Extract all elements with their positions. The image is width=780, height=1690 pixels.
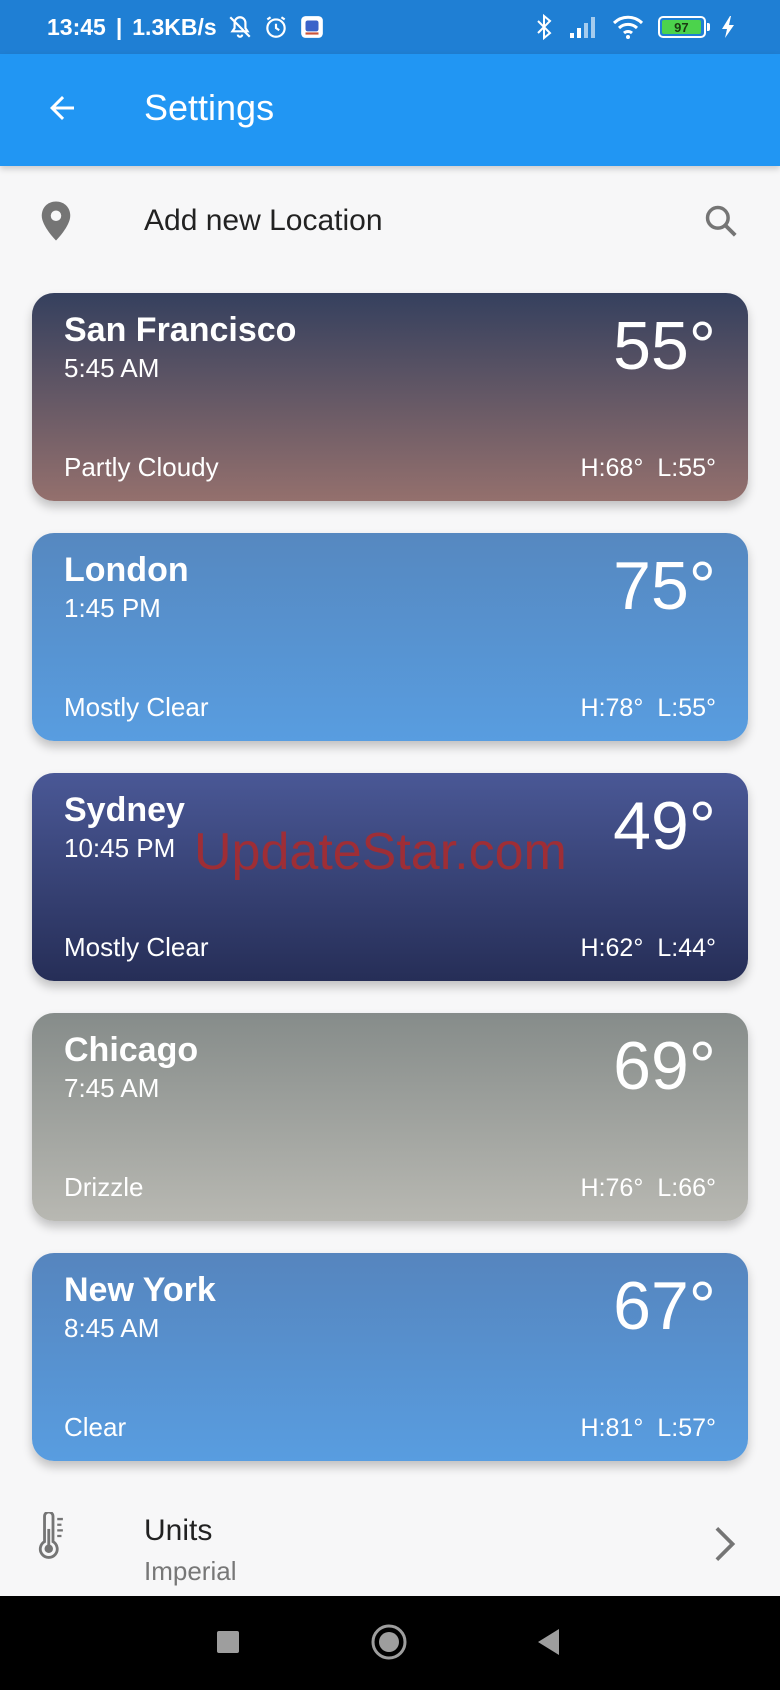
status-bar: 13:45 | 1.3KB/s 97 bbox=[0, 0, 780, 54]
location-card-london[interactable]: London 1:45 PM 75° Mostly Clear H:78° L:… bbox=[32, 533, 748, 741]
card-time: 5:45 AM bbox=[64, 353, 160, 383]
card-time: 8:45 AM bbox=[64, 1313, 160, 1343]
status-time: 13:45 bbox=[47, 13, 106, 40]
card-condition: Partly Cloudy bbox=[64, 452, 219, 482]
card-high-low: H:62° L:44° bbox=[581, 934, 716, 963]
card-time: 7:45 AM bbox=[64, 1073, 160, 1103]
card-temperature: 69° bbox=[613, 1028, 716, 1104]
battery-icon: 97 bbox=[658, 16, 710, 38]
card-high-low: H:81° L:57° bbox=[581, 1414, 716, 1443]
card-city: Chicago bbox=[64, 1031, 199, 1069]
back-icon[interactable] bbox=[535, 1627, 563, 1662]
card-high: H:78° bbox=[580, 694, 644, 722]
page-title: Settings bbox=[144, 87, 275, 128]
alarm-icon bbox=[263, 14, 289, 40]
card-low: L:66° bbox=[657, 1174, 716, 1202]
location-card-san-francisco[interactable]: San Francisco 5:45 AM 55° Partly Cloudy … bbox=[32, 293, 748, 501]
units-setting-row[interactable]: Units Imperial bbox=[0, 1490, 780, 1596]
navigation-bar bbox=[0, 1596, 780, 1690]
recents-icon[interactable] bbox=[215, 1629, 241, 1660]
card-condition: Drizzle bbox=[64, 1172, 144, 1202]
card-high-low: H:76° L:66° bbox=[581, 1174, 716, 1203]
card-city: Sydney bbox=[64, 791, 185, 829]
network-speed: 1.3KB/s bbox=[132, 13, 217, 40]
units-value: Imperial bbox=[144, 1556, 237, 1586]
card-low: L:44° bbox=[657, 934, 716, 962]
add-location-row[interactable]: Add new Location bbox=[0, 166, 780, 276]
card-low: L:55° bbox=[657, 694, 716, 722]
card-city: New York bbox=[64, 1271, 216, 1309]
location-card-chicago[interactable]: Chicago 7:45 AM 69° Drizzle H:76° L:66° bbox=[32, 1013, 748, 1221]
chevron-right-icon bbox=[708, 1524, 740, 1569]
card-temperature: 67° bbox=[613, 1268, 716, 1344]
add-location-label: Add new Location bbox=[144, 204, 383, 237]
back-button[interactable] bbox=[36, 84, 88, 136]
card-temperature: 49° bbox=[613, 788, 716, 864]
location-card-new-york[interactable]: New York 8:45 AM 67° Clear H:81° L:57° bbox=[32, 1253, 748, 1461]
card-high-low: H:78° L:55° bbox=[581, 694, 716, 723]
arrow-back-icon bbox=[44, 90, 80, 131]
card-city: London bbox=[64, 551, 189, 589]
location-pin-icon bbox=[38, 200, 74, 247]
card-time: 10:45 PM bbox=[64, 833, 176, 863]
card-condition: Clear bbox=[64, 1412, 127, 1442]
card-city: San Francisco bbox=[64, 311, 297, 349]
location-card-sydney[interactable]: Sydney 10:45 PM 49° Mostly Clear H:62° L… bbox=[32, 773, 748, 981]
card-temperature: 55° bbox=[613, 308, 716, 384]
card-low: L:55° bbox=[657, 454, 716, 482]
thermometer-icon bbox=[36, 1510, 70, 1565]
search-icon[interactable] bbox=[702, 202, 740, 245]
wifi-icon bbox=[612, 14, 644, 40]
card-high: H:81° bbox=[580, 1414, 644, 1442]
card-high-low: H:68° L:55° bbox=[581, 454, 716, 483]
app-bar: Settings bbox=[0, 54, 780, 166]
battery-level: 97 bbox=[662, 20, 701, 35]
card-condition: Mostly Clear bbox=[64, 692, 209, 722]
card-low: L:57° bbox=[657, 1414, 716, 1442]
card-high: H:76° bbox=[580, 1174, 644, 1202]
charging-icon bbox=[720, 15, 736, 39]
card-temperature: 75° bbox=[613, 548, 716, 624]
card-high: H:68° bbox=[580, 454, 644, 482]
units-label: Units bbox=[144, 1514, 213, 1547]
card-time: 1:45 PM bbox=[64, 593, 161, 623]
bluetooth-icon bbox=[534, 14, 554, 40]
card-high: H:62° bbox=[580, 934, 644, 962]
home-icon[interactable] bbox=[370, 1623, 408, 1666]
signal-icon bbox=[568, 15, 598, 39]
card-condition: Mostly Clear bbox=[64, 932, 209, 962]
mute-icon bbox=[227, 14, 253, 40]
app-icon bbox=[299, 14, 325, 40]
